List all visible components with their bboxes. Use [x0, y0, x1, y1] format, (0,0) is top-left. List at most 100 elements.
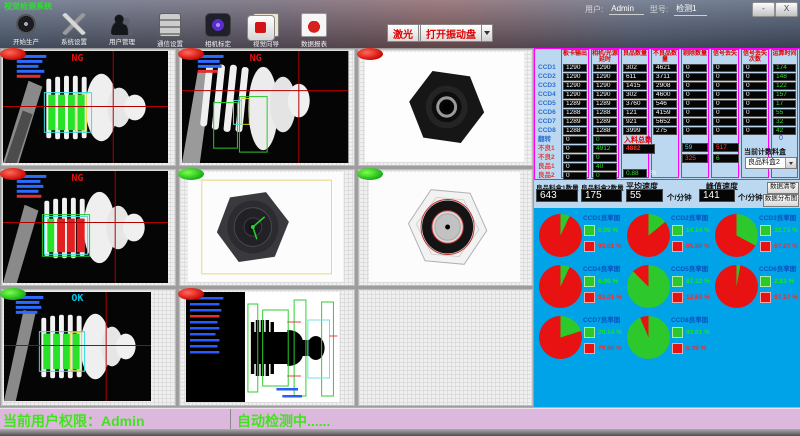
legend-green-swatch	[672, 276, 683, 287]
camera-view-9[interactable]	[358, 289, 533, 406]
toolbar-icon-4	[205, 13, 231, 37]
field-c5-4: 0	[683, 100, 707, 108]
minimize-button[interactable]: -	[752, 2, 775, 17]
model-label: 型号:	[650, 4, 668, 15]
pie-chart-2	[715, 214, 758, 257]
field-c8-2: 122	[773, 82, 796, 90]
field-c6-5: 0	[713, 109, 737, 117]
col-header-2: 相机/光源 延时	[592, 50, 618, 64]
row-label-9: 不良1	[536, 144, 561, 153]
row-label-2: CCD3	[536, 81, 561, 90]
field-c4-1: 3711	[653, 73, 677, 81]
field-c3-5: 121	[623, 109, 647, 117]
col-bad-count: 不良品数量 462137112908460054641595652275	[651, 49, 679, 178]
field-c1-4: 1289	[563, 100, 587, 108]
toolbar-icon-3	[159, 13, 181, 37]
clear-data-button[interactable]: 数据清零	[767, 182, 799, 194]
col-board-output: 板卡输出 12901290129012901289128812891288000…	[561, 49, 589, 178]
camera-view-3[interactable]	[358, 49, 533, 166]
stop-button[interactable]	[247, 15, 275, 41]
toolbar-item-1[interactable]: 系统设置	[52, 13, 96, 46]
row-label-3: CCD4	[536, 90, 561, 99]
legend-red-swatch	[760, 292, 771, 303]
legend-red-swatch	[672, 292, 683, 303]
toolbar-item-0[interactable]: 开始生产	[4, 13, 48, 46]
legend-bad: 85.86 %	[672, 241, 710, 252]
field-c4-3: 4600	[653, 91, 677, 99]
window: 视觉检测系统 用户: Admin 型号: 检测1 - X 开始生产 系统设置	[0, 0, 800, 436]
col-header-3: 良品数量	[622, 50, 648, 64]
legend-green-label: 2.83 %	[774, 278, 794, 285]
result-text: NG	[71, 173, 83, 184]
toolbar-item-2[interactable]: 用户管理	[100, 13, 144, 46]
field-c5-3: 0	[683, 91, 707, 99]
camera-view-1[interactable]: NG	[1, 49, 176, 166]
camera-view-5[interactable]	[179, 169, 354, 286]
camera-image	[188, 172, 343, 282]
user-value: Admin	[609, 4, 644, 15]
legend-red-swatch	[672, 343, 683, 354]
legend-green-swatch	[584, 327, 595, 338]
toolbar-item-4[interactable]: 相机标定	[196, 13, 240, 46]
legend-red-swatch	[760, 241, 771, 252]
result-text: OK	[71, 293, 83, 304]
pie-chart-4	[627, 265, 670, 308]
toolbar-item-label: 通信设置	[148, 38, 192, 48]
field-c5-5: 0	[683, 109, 707, 117]
legend-good: 2.83 %	[760, 276, 794, 287]
field-c6-2: 0	[713, 82, 737, 90]
pie-chart-5	[715, 265, 758, 308]
loss-field-2: 6	[713, 154, 739, 163]
close-button[interactable]: X	[775, 2, 798, 17]
chevron-down-icon[interactable]	[785, 158, 796, 168]
row-label-1: CCD2	[536, 72, 561, 81]
toolbar-item-label: 相机标定	[196, 38, 240, 48]
camera-view-7[interactable]: OK	[1, 289, 176, 406]
legend-red-label: 93.01 %	[598, 294, 622, 301]
field-c8-6: 32	[773, 118, 796, 126]
peak-speed-unit: 个/分钟	[738, 192, 763, 203]
field-c6-1: 0	[713, 73, 737, 81]
field-c7-6: 0	[743, 118, 767, 126]
field-c1-1: 1290	[563, 73, 587, 81]
field-c7-4: 0	[743, 100, 767, 108]
toolbar: 开始生产 系统设置 用户管理 通信设置	[4, 13, 336, 46]
field-c3-7: 3999	[623, 127, 647, 135]
camera-view-6[interactable]	[358, 169, 533, 286]
field-c1-0: 1290	[563, 64, 587, 72]
legend-red-label: 67.27 %	[774, 243, 798, 250]
toolbar-item-3[interactable]: 通信设置	[148, 13, 192, 46]
toolbar-item-label: 开始生产	[4, 36, 48, 46]
percent-value: 0.88	[623, 169, 647, 178]
pie-title-6: CCD7良率图	[583, 314, 620, 324]
pie-title-7: CCD8良率图	[671, 314, 708, 324]
peak-speed-value: 141	[699, 189, 735, 202]
pie-block-1: CCD2良率图 14.14 % 85.86 %	[622, 210, 710, 261]
legend-red-label: 12.68 %	[686, 294, 710, 301]
legend-bad: 93.01 %	[584, 241, 622, 252]
field-c2-9: 4912	[593, 145, 617, 153]
field-c6-4: 0	[713, 100, 737, 108]
avg-speed-unit: 个/分钟	[667, 192, 692, 203]
camera-image	[4, 292, 151, 401]
pie-chart-7	[627, 316, 670, 359]
field-c6-6: 0	[713, 118, 737, 126]
pie-block-2: CCD3良率图 32.73 % 67.27 %	[710, 210, 798, 261]
distribution-chart-button[interactable]: 数据分布图	[763, 194, 799, 207]
field-c3-6: 921	[623, 118, 647, 126]
camera-view-8[interactable]	[179, 289, 354, 406]
pie-block-6: CCD7良率图 20.14 % 79.86 %	[534, 312, 622, 363]
camera-view-2[interactable]: NG	[179, 49, 354, 166]
camera-view-4[interactable]: NG	[1, 169, 176, 286]
col-header-6: 信号丢失	[712, 50, 738, 64]
field-c2-12: 0	[593, 172, 617, 180]
toolbar-icon-6	[301, 13, 327, 37]
vibration-dropdown-icon[interactable]	[482, 24, 493, 42]
model-value: 检测1	[674, 3, 706, 16]
toolbar-item-6[interactable]: 数据报表	[292, 13, 336, 46]
field-c1-8: 0	[563, 136, 587, 144]
field-c4-0: 4621	[653, 64, 677, 72]
vibration-plate-button[interactable]: 打开振动盘	[420, 25, 493, 41]
field-c4-6: 5652	[653, 118, 677, 126]
counter-box-select[interactable]: 良品料盒2	[745, 157, 797, 169]
